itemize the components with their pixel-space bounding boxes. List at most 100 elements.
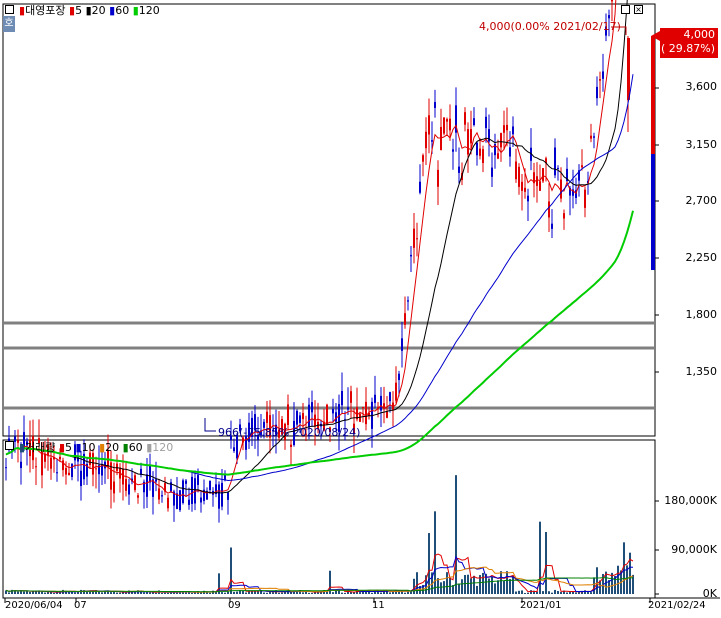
candle-body — [506, 124, 508, 131]
candle-body — [611, 0, 613, 2]
candle-body — [14, 436, 16, 442]
volume-bar — [101, 592, 103, 594]
volume-bar — [506, 571, 508, 594]
volume-bar — [53, 592, 55, 594]
volume-bar — [143, 592, 145, 594]
collapse-icon[interactable]: 호 — [3, 16, 15, 32]
volume-bar — [446, 572, 448, 594]
candle-body — [557, 167, 559, 169]
candle-body — [311, 402, 313, 413]
volume-bar — [482, 572, 484, 594]
candle-body — [422, 155, 424, 162]
candle-body — [542, 168, 544, 182]
candle-body — [428, 115, 430, 135]
volume-ma5-line — [5, 553, 634, 593]
vma20-label: 20 — [105, 441, 120, 454]
volume-bar — [467, 574, 469, 594]
ma120-label: 120 — [138, 4, 160, 17]
minimize-icon[interactable] — [621, 5, 630, 14]
candle-body — [56, 472, 58, 474]
candle-body — [443, 117, 445, 134]
candle-body — [200, 497, 202, 503]
candle-body — [113, 481, 115, 494]
candle-body — [287, 404, 289, 425]
y-tick-label: 3,600 — [685, 80, 718, 93]
volume-bar — [473, 575, 475, 594]
volume-bar — [224, 592, 226, 594]
candle-body — [362, 406, 364, 408]
candle-body — [602, 71, 604, 79]
volume-bar — [344, 592, 346, 594]
volume-bar — [545, 532, 547, 594]
candle-body — [536, 176, 538, 186]
volume-bar — [266, 592, 268, 594]
y-tick-label: 2,700 — [685, 194, 718, 207]
candle-body — [395, 382, 397, 401]
candle-body — [515, 161, 517, 180]
volume-bar — [560, 592, 562, 594]
volume-y-tick-label: 0K — [702, 587, 717, 600]
volume-bar — [548, 591, 550, 594]
current-price: 4,000 — [683, 28, 716, 41]
y-tick-label: 1,350 — [685, 365, 718, 378]
candle-body — [326, 404, 328, 425]
candle-body — [476, 142, 478, 156]
volume-bar — [458, 583, 460, 594]
volume-bar — [503, 580, 505, 594]
volume-bar — [311, 592, 313, 594]
ma5-line — [5, 0, 617, 498]
volume-bar — [308, 592, 310, 594]
volume-bar — [221, 592, 223, 594]
candle-body — [467, 129, 469, 155]
volume-bar — [278, 592, 280, 594]
panel-toggle-button[interactable] — [5, 5, 14, 14]
volume-bar — [191, 592, 193, 594]
candle-body — [563, 213, 565, 219]
volume-bar — [371, 592, 373, 594]
candle-body — [608, 15, 610, 19]
candle-body — [95, 468, 97, 470]
volume-bar — [497, 580, 499, 594]
candle-body — [227, 492, 229, 500]
stock-name: 대영포장 — [25, 4, 66, 17]
volume-bar — [125, 592, 127, 594]
volume-bar — [596, 567, 598, 594]
volume-bar — [350, 592, 352, 594]
volume-bar — [509, 579, 511, 594]
volume-bar — [584, 590, 586, 594]
volume-bar — [470, 578, 472, 594]
candle-body — [398, 373, 400, 381]
candle-body — [473, 118, 475, 125]
candle-body — [335, 412, 337, 422]
candle-body — [116, 463, 118, 471]
volume-bar — [590, 592, 592, 594]
candle-body — [35, 466, 37, 468]
volume-bar — [164, 592, 166, 594]
price-panel-frame — [2, 3, 656, 437]
candle-body — [266, 411, 268, 423]
candle-body — [365, 401, 367, 425]
candle-body — [233, 447, 235, 452]
candle-body — [158, 488, 160, 500]
volume-bar — [488, 578, 490, 594]
volume-panel-toggle-button[interactable] — [5, 441, 14, 450]
volume-bar — [461, 579, 463, 594]
volume-bar — [554, 589, 556, 594]
volume-bar — [551, 592, 553, 594]
x-tick-label: 2020/06/04 — [5, 600, 63, 611]
price-legend: ▮대영포장 ▮5 ▮20 ▮60 ▮120 — [19, 4, 160, 18]
volume-bar — [116, 592, 118, 594]
candle-body — [590, 135, 592, 139]
volume-bar — [149, 592, 151, 594]
volume-bar — [413, 578, 415, 594]
candle-body — [296, 410, 298, 425]
close-icon[interactable]: × — [634, 5, 643, 14]
candle-body — [548, 201, 550, 218]
candle-body — [299, 415, 301, 423]
volume-bar — [437, 578, 439, 594]
candle-body — [407, 300, 409, 302]
candle-body — [449, 118, 451, 131]
ma20-line — [5, 0, 628, 494]
volume-bar — [557, 591, 559, 594]
chart-canvas[interactable] — [0, 0, 721, 618]
